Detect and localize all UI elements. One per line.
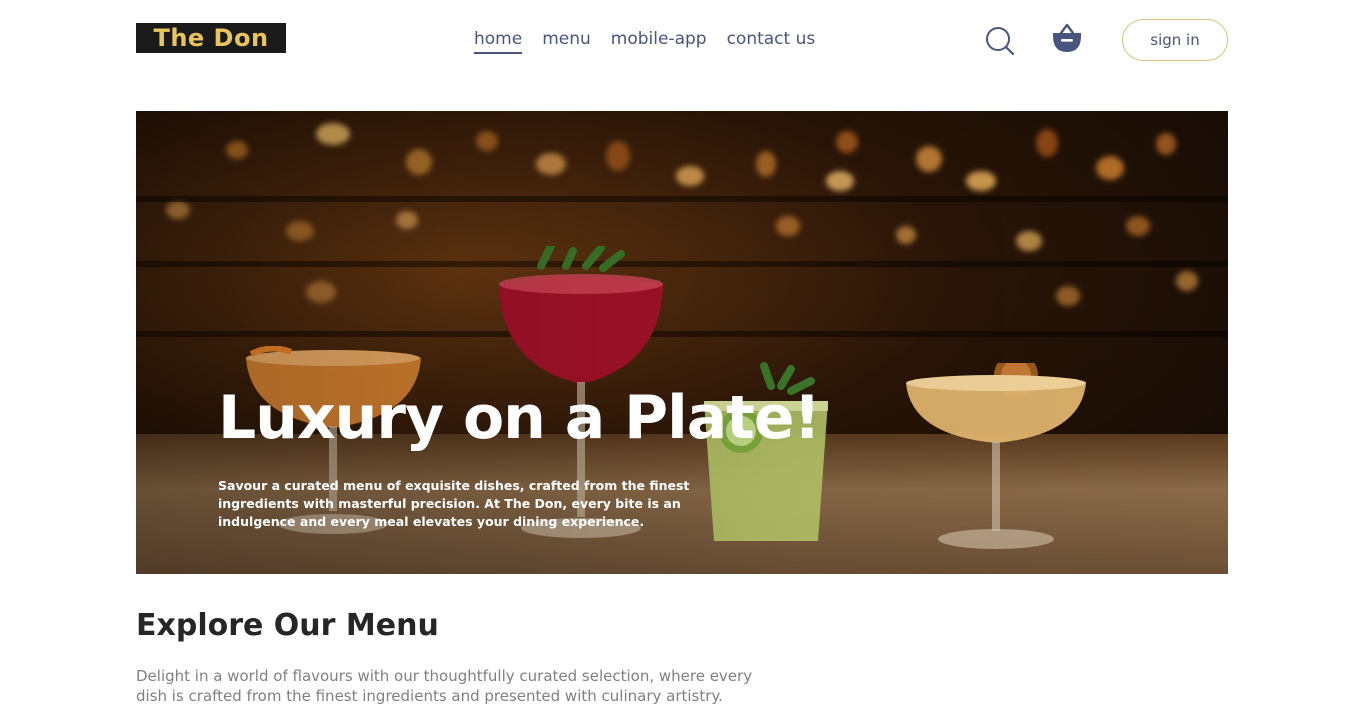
explore-menu-title: Explore Our Menu bbox=[136, 608, 439, 643]
search-icon[interactable] bbox=[985, 26, 1015, 56]
hero-title: Luxury on a Plate! bbox=[218, 383, 821, 453]
basket-icon[interactable] bbox=[1052, 22, 1082, 54]
explore-menu-description: Delight in a world of flavours with our … bbox=[136, 667, 753, 705]
nav-links: home menu mobile-app contact us bbox=[474, 28, 815, 54]
hero-description: Savour a curated menu of exquisite dishe… bbox=[218, 478, 690, 529]
logo[interactable]: The Don bbox=[136, 23, 286, 53]
nav-home[interactable]: home bbox=[474, 28, 523, 54]
nav-menu[interactable]: menu bbox=[542, 28, 591, 54]
nav-contact-us[interactable]: contact us bbox=[727, 28, 816, 54]
sign-in-button[interactable]: sign in bbox=[1122, 19, 1228, 61]
navbar: The Don home menu mobile-app contact us … bbox=[136, 0, 1228, 80]
nav-mobile-app[interactable]: mobile-app bbox=[611, 28, 707, 54]
hero-banner: Luxury on a Plate! Savour a curated menu… bbox=[136, 111, 1228, 574]
